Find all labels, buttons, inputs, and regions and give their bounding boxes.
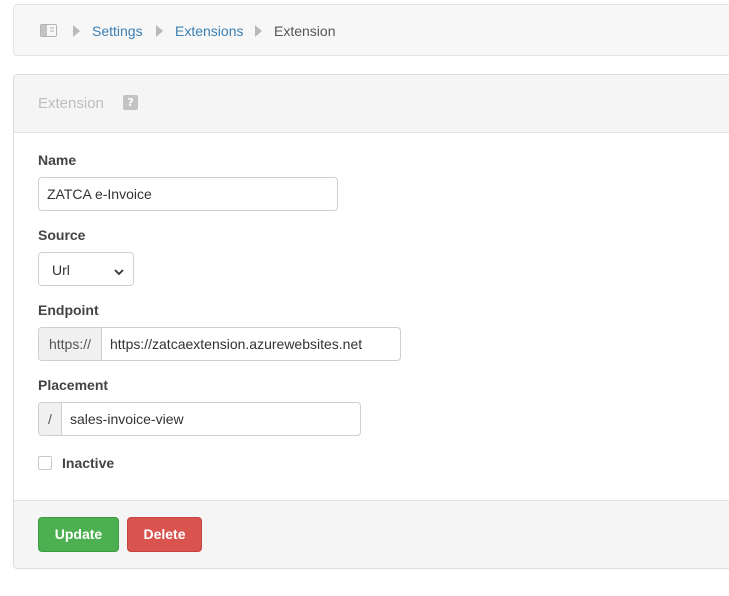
panel-footer: Update Delete [14, 500, 729, 568]
chevron-right-icon [255, 25, 262, 37]
source-selected-value: Url [52, 262, 70, 278]
breadcrumb: Settings Extensions Extension [13, 4, 729, 56]
sidebar-panel-icon[interactable] [40, 24, 57, 37]
name-label: Name [38, 152, 77, 168]
inactive-label[interactable]: Inactive [62, 455, 114, 471]
chevron-right-icon [156, 25, 163, 37]
extension-form: Name ZATCA e-Invoice Source Url Endpoint… [14, 133, 729, 500]
chevron-down-icon [114, 264, 124, 276]
breadcrumb-settings-link[interactable]: Settings [92, 23, 143, 39]
inactive-checkbox[interactable] [38, 456, 52, 470]
name-input[interactable]: ZATCA e-Invoice [38, 177, 338, 211]
help-icon[interactable]: ? [123, 95, 138, 110]
extension-panel: Extension ? Name ZATCA e-Invoice Source … [13, 74, 729, 569]
placement-input-group: / sales-invoice-view [38, 402, 361, 436]
endpoint-label: Endpoint [38, 302, 99, 318]
breadcrumb-current: Extension [274, 23, 336, 39]
update-button[interactable]: Update [38, 517, 119, 552]
endpoint-prefix: https:// [39, 328, 102, 360]
placement-input[interactable]: sales-invoice-view [70, 403, 184, 435]
panel-header: Extension ? [14, 75, 729, 133]
placement-label: Placement [38, 377, 109, 393]
breadcrumb-extensions-link[interactable]: Extensions [175, 23, 243, 39]
delete-button[interactable]: Delete [127, 517, 202, 552]
endpoint-input-group: https:// https://zatcaextension.azureweb… [38, 327, 401, 361]
source-label: Source [38, 227, 86, 243]
placement-prefix: / [39, 403, 62, 435]
chevron-right-icon [73, 25, 80, 37]
source-select[interactable]: Url [38, 252, 134, 286]
endpoint-input[interactable]: https://zatcaextension.azurewebsites.net [110, 328, 362, 360]
panel-title: Extension [38, 95, 104, 112]
